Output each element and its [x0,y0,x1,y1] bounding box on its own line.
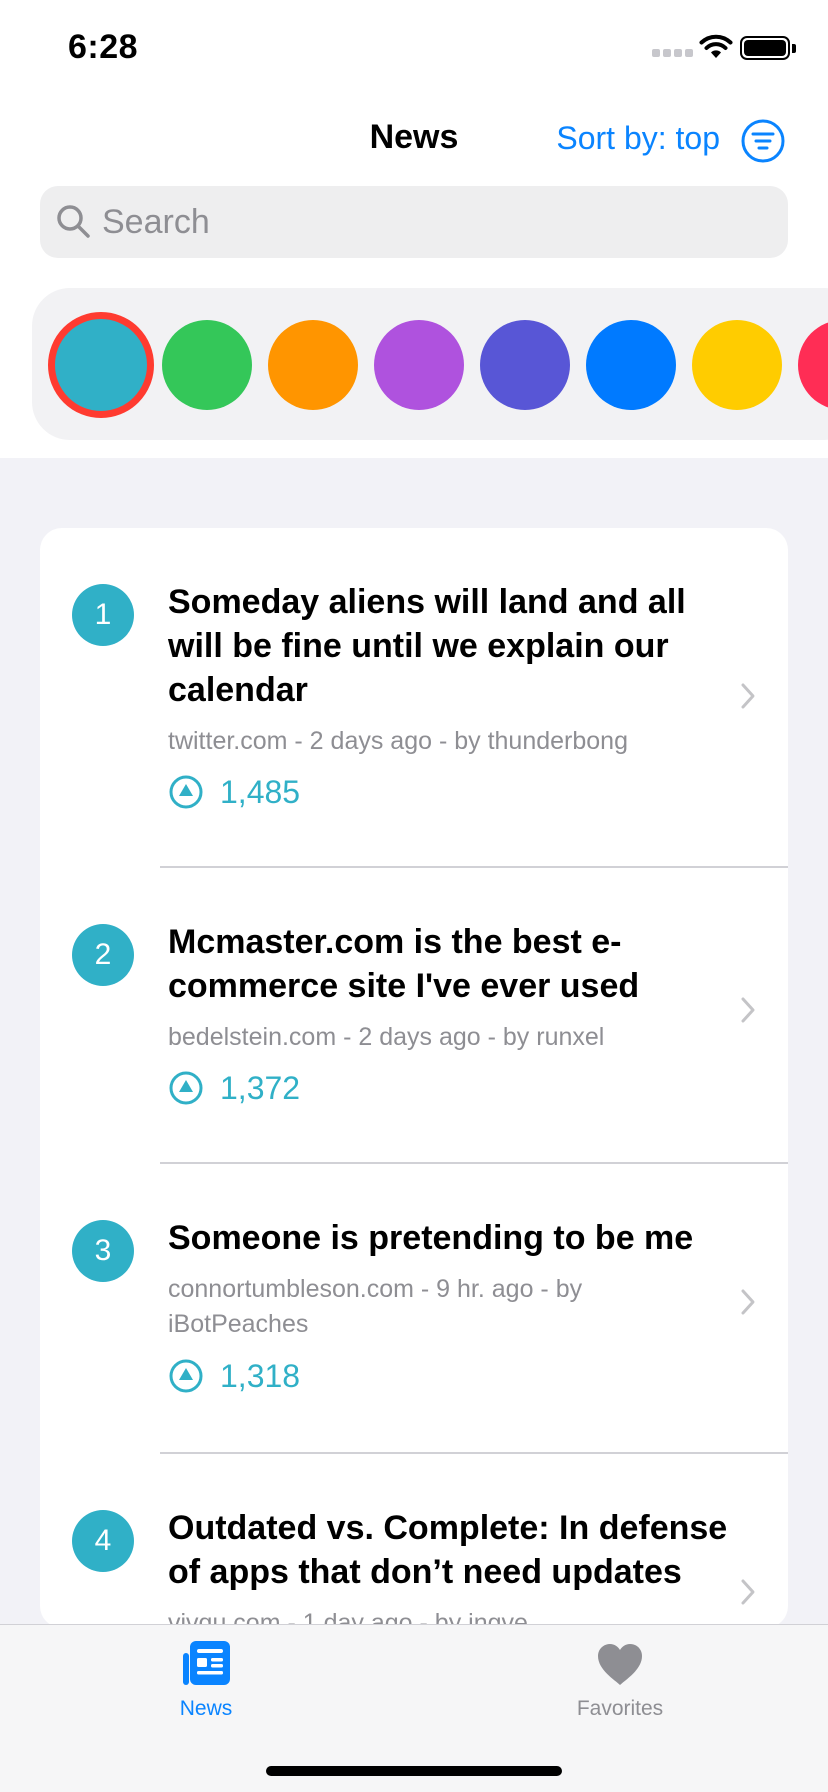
story-row[interactable]: 4 Outdated vs. Complete: In defense of ap… [40,1454,788,1628]
story-row[interactable]: 3 Someone is pretending to be me connortum… [40,1164,788,1454]
story-vote-count: 1,318 [220,1358,301,1394]
story-row[interactable]: 2 Mcmaster.com is the best e-commerce sit… [40,868,788,1164]
story-meta: connortumbleson.com - 9 hr. ago - by iBo… [168,1275,583,1338]
story-title: Someone is pretending to be me [168,1219,694,1257]
tab-favorites-label: Favorites [576,1697,664,1720]
battery-icon [740,36,790,60]
upvote-icon [169,1359,203,1393]
color-swatch[interactable] [586,320,676,410]
header-area: 6:28 News Sort by: top [0,0,828,458]
color-swatch[interactable] [374,320,464,410]
status-bar: 6:28 [0,0,828,100]
story-rank-badge: 1 [72,584,134,646]
chevron-right-icon [741,1579,755,1605]
battery-cap [792,44,796,53]
sort-button[interactable]: Sort by: top [556,120,720,157]
story-list: 1 Someday aliens will land and all will b… [40,528,788,1628]
story-title: Someday aliens will land and all will be… [168,583,686,709]
upvote-icon [169,775,203,809]
newspaper-icon [183,1641,230,1685]
wifi-icon [699,34,733,58]
story-title: Outdated vs. Complete: In defense of app… [168,1509,728,1591]
color-swatch[interactable] [480,320,570,410]
filter-icon[interactable] [740,118,786,164]
story-title: Mcmaster.com is the best e-commerce site… [168,923,640,1005]
color-swatch[interactable] [692,320,782,410]
color-swatch[interactable] [162,320,252,410]
story-meta: bedelstein.com - 2 days ago - by runxel [168,1023,605,1051]
tab-news-label: News [179,1697,233,1720]
chevron-right-icon [741,1289,755,1315]
tab-news[interactable]: News [106,1625,306,1745]
upvote-icon [169,1071,203,1105]
story-vote-count: 1,372 [220,1070,301,1106]
story-rank-badge: 3 [72,1220,134,1282]
color-picker [32,288,828,440]
story-rank-badge: 2 [72,924,134,986]
story-rank-badge: 4 [72,1510,134,1572]
cellular-signal-icon [652,49,696,59]
color-swatch[interactable] [798,320,828,410]
heart-icon [598,1644,642,1685]
search-bar[interactable] [40,186,788,258]
color-swatch[interactable] [48,312,154,418]
home-indicator [266,1766,562,1776]
chevron-right-icon [741,683,755,709]
color-swatch[interactable] [268,320,358,410]
search-icon [57,205,90,238]
tab-favorites[interactable]: Favorites [520,1625,720,1745]
story-vote-count: 1,485 [220,774,301,810]
story-row[interactable]: 1 Someday aliens will land and all will b… [40,528,788,868]
status-time: 6:28 [68,28,139,66]
chevron-right-icon [741,997,755,1023]
search-input[interactable] [102,186,762,258]
story-meta: twitter.com - 2 days ago - by thunderbon… [168,727,628,755]
